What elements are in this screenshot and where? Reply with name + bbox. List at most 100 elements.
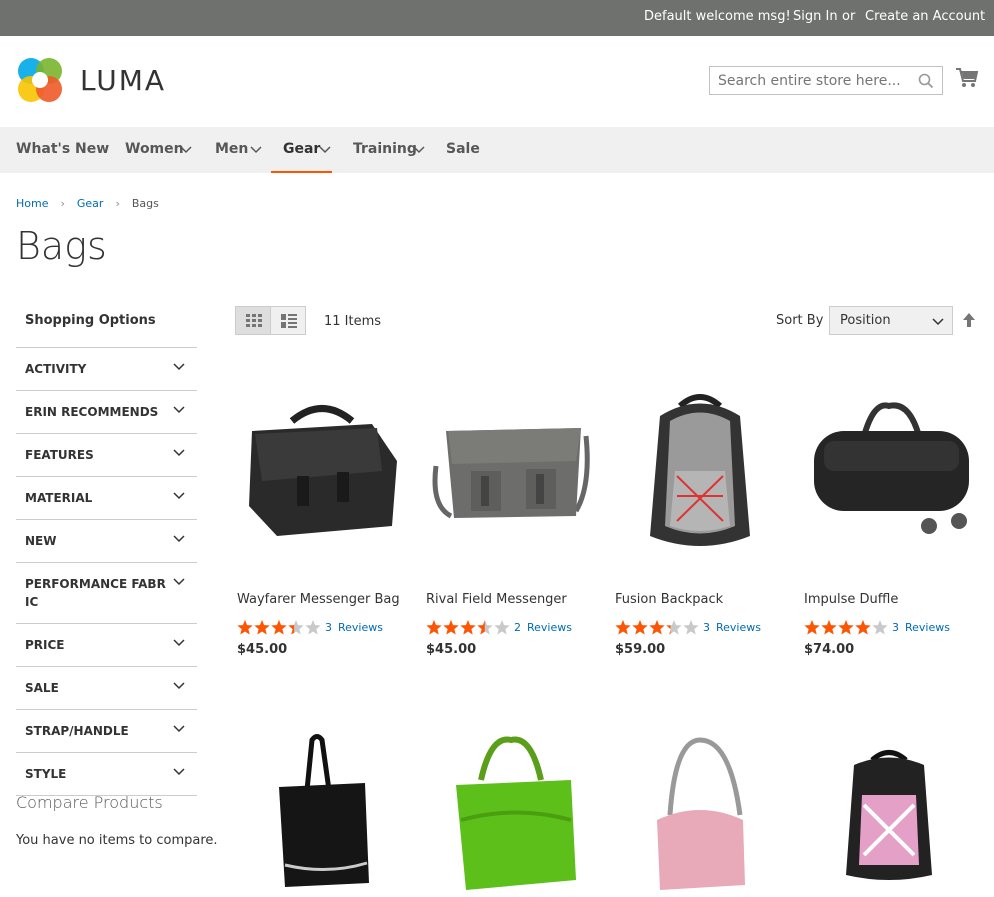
star-empty: [305, 619, 321, 634]
breadcrumb-home[interactable]: Home: [16, 197, 48, 210]
grid-icon: [246, 314, 262, 327]
nav-whats-new[interactable]: What's New: [16, 127, 109, 173]
star-empty: [683, 619, 699, 634]
filter-material[interactable]: MATERIAL: [16, 476, 197, 519]
cart-icon[interactable]: [955, 67, 979, 89]
star-filled: [838, 619, 854, 634]
chevron-down-icon: [173, 406, 185, 414]
chevron-down-icon: [250, 146, 262, 154]
create-account-link[interactable]: Create an Account: [865, 9, 985, 24]
sort-by-label: Sort By: [776, 313, 824, 328]
search-icon[interactable]: [918, 73, 934, 89]
compare-empty-message: You have no items to compare.: [16, 833, 218, 848]
filter-new[interactable]: NEW: [16, 519, 197, 562]
star-filled: [254, 619, 270, 634]
logo-text: LUMA: [80, 64, 167, 97]
product-image-backpack-icon[interactable]: [615, 376, 785, 556]
filter-price[interactable]: PRICE: [16, 623, 197, 666]
star-filled: [855, 619, 871, 634]
product-name[interactable]: Impulse Duffle: [804, 592, 898, 607]
filter-label: STRAP/HANDLE: [25, 724, 129, 738]
reviews-link[interactable]: 3 Reviews: [892, 621, 950, 634]
star-filled: [821, 619, 837, 634]
chevron-down-icon: [319, 146, 331, 154]
product-image-duffle-icon[interactable]: [804, 376, 974, 556]
filter-features[interactable]: FEATURES: [16, 433, 197, 476]
star-filled: [804, 619, 820, 634]
list-icon: [281, 314, 297, 328]
rating-stars-icon: [615, 619, 699, 634]
nav-label: Training: [353, 141, 417, 157]
product-item[interactable]: Rival Field Messenger 2 Reviews $45.00: [426, 376, 596, 676]
product-item[interactable]: [237, 725, 407, 897]
sort-by-value: Position: [840, 313, 891, 328]
filter-strap-handle[interactable]: STRAP/HANDLE: [16, 709, 197, 752]
filter-sale[interactable]: SALE: [16, 666, 197, 709]
reviews-link[interactable]: 2 Reviews: [514, 621, 572, 634]
product-image-pink-bag-icon[interactable]: [615, 725, 785, 897]
chevron-down-icon: [173, 535, 185, 543]
star-filled: [443, 619, 459, 634]
filter-label: PERFORMANCE FABR IC: [25, 577, 166, 609]
product-image-green-duffle-icon[interactable]: [426, 725, 596, 897]
chevron-down-icon: [932, 318, 944, 326]
main-navigation: What's New Women Men Gear Training Sale: [0, 127, 994, 173]
product-name[interactable]: Wayfarer Messenger Bag: [237, 592, 400, 607]
nav-label: Women: [125, 141, 184, 157]
product-name[interactable]: Fusion Backpack: [615, 592, 723, 607]
sort-by-select[interactable]: Position: [829, 306, 953, 335]
star-filled: [237, 619, 253, 634]
product-item[interactable]: [426, 725, 596, 897]
reviews-label: Reviews: [338, 621, 383, 634]
chevron-down-icon: [173, 768, 185, 776]
search-input[interactable]: [718, 71, 908, 91]
product-rating: 3 Reviews: [615, 617, 761, 635]
breadcrumb-gear[interactable]: Gear: [77, 197, 104, 210]
sort-direction-arrow-icon[interactable]: [962, 312, 976, 328]
product-image-pink-backpack-icon[interactable]: [804, 725, 974, 897]
product-rating: 3 Reviews: [804, 617, 950, 635]
reviews-count: 2: [514, 621, 521, 634]
star-filled: [271, 619, 287, 634]
chevron-down-icon: [173, 578, 185, 586]
reviews-label: Reviews: [527, 621, 572, 634]
nav-women[interactable]: Women: [125, 127, 195, 173]
filter-label: STYLE: [25, 767, 67, 781]
grid-view-button[interactable]: [235, 306, 271, 335]
sign-in-link[interactable]: Sign In: [793, 9, 838, 24]
filter-erin-recommends[interactable]: ERIN RECOMMENDS: [16, 390, 197, 433]
rating-stars-icon: [237, 619, 321, 634]
product-price: $59.00: [615, 642, 666, 657]
filter-style[interactable]: STYLE: [16, 752, 197, 796]
product-item[interactable]: Fusion Backpack 3 Reviews $59.00: [615, 376, 785, 676]
filter-activity[interactable]: ACTIVITY: [16, 347, 197, 390]
nav-training[interactable]: Training: [353, 127, 428, 173]
nav-men[interactable]: Men: [215, 127, 265, 173]
star-filled: [615, 619, 631, 634]
star-filled: [632, 619, 648, 634]
filter-label: FEATURES: [25, 448, 94, 462]
breadcrumb-separator-icon: ›: [115, 197, 120, 210]
product-item[interactable]: Impulse Duffle 3 Reviews $74.00: [804, 376, 974, 676]
welcome-message: Default welcome msg!: [644, 9, 791, 24]
product-item[interactable]: [804, 725, 974, 897]
product-item[interactable]: [615, 725, 785, 897]
reviews-link[interactable]: 3 Reviews: [703, 621, 761, 634]
product-image-messenger-bag-icon[interactable]: [237, 376, 407, 556]
product-image-tote-icon[interactable]: [237, 725, 407, 897]
reviews-link[interactable]: 3 Reviews: [325, 621, 383, 634]
reviews-count: 3: [703, 621, 710, 634]
filter-label: ACTIVITY: [25, 362, 87, 376]
product-item[interactable]: Wayfarer Messenger Bag 3 Reviews $45.00: [237, 376, 407, 676]
filter-performance-fabric[interactable]: PERFORMANCE FABR IC: [16, 562, 197, 623]
nav-sale[interactable]: Sale: [446, 127, 480, 173]
list-view-button[interactable]: [270, 306, 306, 335]
product-rating: 3 Reviews: [237, 617, 383, 635]
breadcrumb-separator-icon: ›: [60, 197, 65, 210]
compare-products-title: Compare Products: [16, 793, 163, 812]
product-image-field-messenger-icon[interactable]: [426, 376, 596, 556]
nav-gear[interactable]: Gear: [271, 127, 332, 173]
star-empty: [494, 619, 510, 634]
product-name[interactable]: Rival Field Messenger: [426, 592, 567, 607]
breadcrumb-current: Bags: [131, 197, 159, 210]
